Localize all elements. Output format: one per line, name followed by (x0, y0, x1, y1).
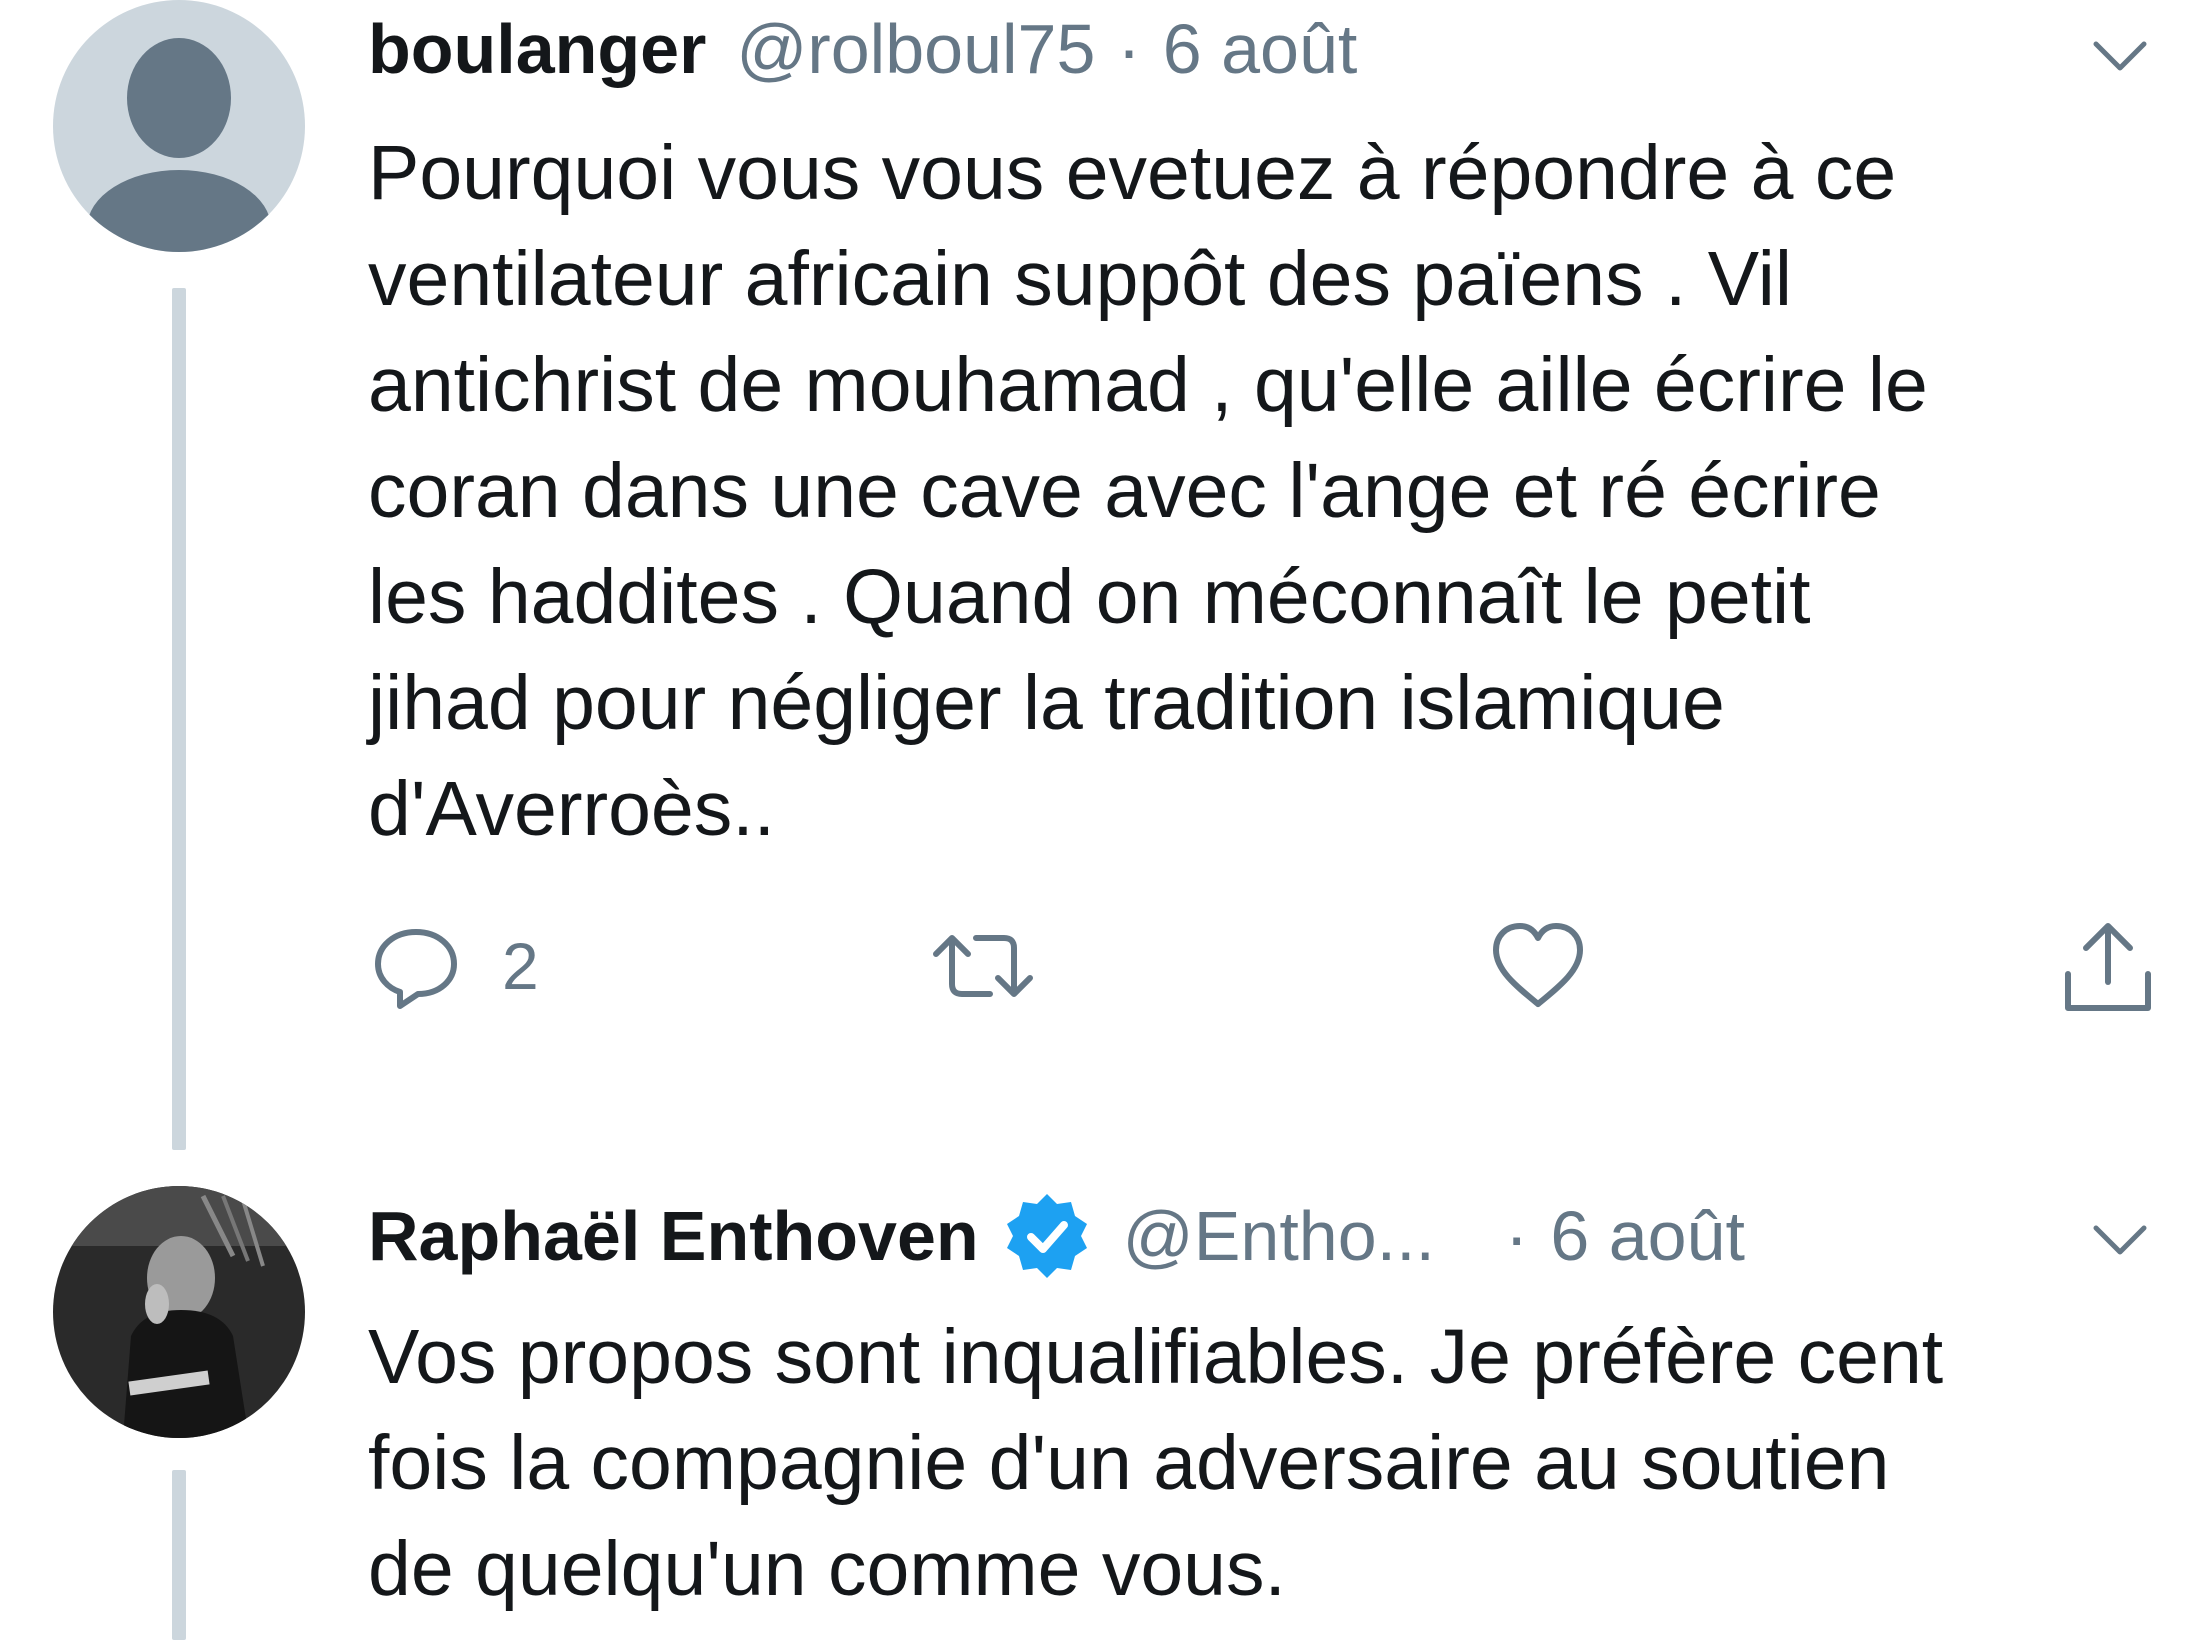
reply-count: 2 (502, 929, 539, 1003)
avatar-boulanger[interactable] (53, 0, 305, 252)
share-icon (2065, 923, 2151, 1011)
tweet-header: boulanger @rolboul75 · 6 août (368, 14, 2160, 84)
thread-line-bottom (172, 1470, 186, 1640)
verified-badge-icon (1001, 1190, 1093, 1282)
tweet-date[interactable]: 6 août (1550, 1201, 1745, 1271)
tweet-text: Pourquoi vous vous evetuez à répondre à … (368, 130, 1928, 852)
display-name[interactable]: Raphaël Enthoven (368, 1201, 979, 1271)
user-handle[interactable]: @Entho... (1123, 1201, 1435, 1271)
reply-icon (375, 929, 457, 1009)
retweet-button[interactable] (928, 918, 1038, 1014)
tweet-date[interactable]: 6 août (1163, 14, 1358, 84)
default-profile-icon (53, 0, 305, 252)
separator-dot: · (1505, 1197, 1529, 1275)
separator-dot: · (1117, 10, 1141, 88)
avatar-raphael-enthoven[interactable] (53, 1186, 305, 1438)
reply-button[interactable]: 2 (368, 918, 539, 1014)
tweet-actions: 2 (368, 918, 2158, 1018)
chevron-down-icon[interactable] (2090, 1220, 2150, 1260)
heart-icon (1493, 923, 1583, 1007)
tweet-header: Raphaël Enthoven @Entho... · 6 août (368, 1190, 2160, 1282)
profile-photo (53, 1186, 305, 1438)
user-handle[interactable]: @rolboul75 (736, 14, 1095, 84)
thread-line-top (172, 288, 186, 1150)
retweet-icon (933, 935, 1033, 997)
display-name[interactable]: boulanger (368, 14, 706, 84)
share-button[interactable] (2058, 918, 2158, 1018)
tweet-text: Vos propos sont inqualifiables. Je préfè… (368, 1314, 1944, 1612)
chevron-down-icon[interactable] (2090, 36, 2150, 76)
like-button[interactable] (1488, 918, 1588, 1014)
